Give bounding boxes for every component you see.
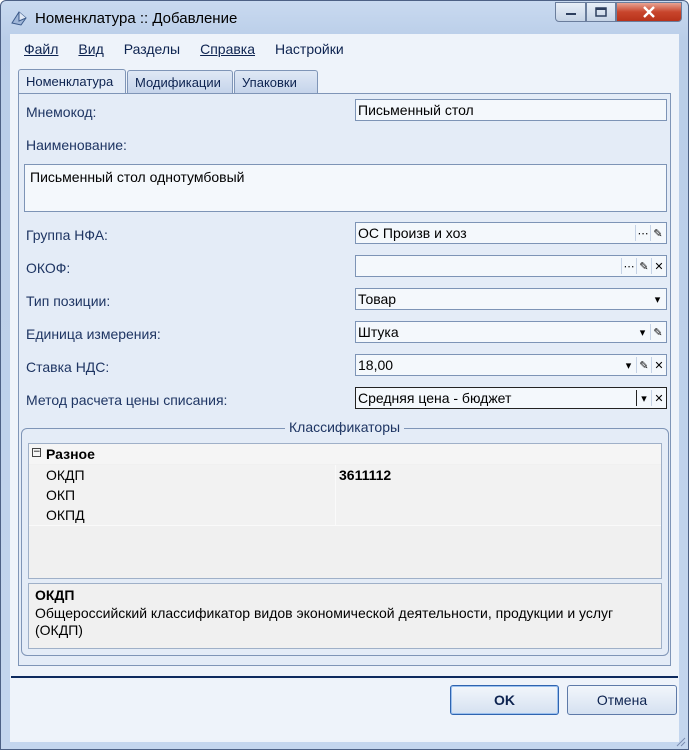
menu-sections[interactable]: Разделы — [124, 41, 180, 57]
clear-x-icon[interactable]: ✕ — [651, 390, 666, 406]
menu-bar: Файл Вид Разделы Справка Настройки — [10, 34, 679, 64]
column-divider — [335, 465, 336, 485]
classifiers-group: Классификаторы − Разное ОКДП 3611112 ОКП — [21, 419, 669, 656]
app-icon — [11, 11, 27, 26]
clear-x-icon[interactable]: ✕ — [651, 258, 666, 274]
column-divider — [335, 485, 336, 505]
tab-nomenclature[interactable]: Номенклатура — [18, 69, 126, 95]
minimize-icon — [565, 13, 576, 15]
vat-value: 18,00 — [358, 357, 394, 373]
tab-panel-nomenclature: Мнемокод: Письменный стол Наименование: … — [18, 93, 671, 666]
dropdown-arrow-icon[interactable]: ▾ — [636, 390, 651, 406]
property-name: ОКПД — [46, 507, 85, 523]
unit-select[interactable]: Штука ▾ ✎ — [355, 321, 667, 343]
maximize-button[interactable] — [586, 2, 616, 22]
okof-field[interactable]: ⋯ ✎ ✕ — [355, 255, 667, 277]
method-select[interactable]: Средняя цена - бюджет ▾ ✕ — [355, 387, 667, 409]
tab-modifications[interactable]: Модификации — [127, 70, 233, 94]
clear-x-icon[interactable]: ✕ — [651, 357, 666, 373]
okof-label: ОКОФ: — [26, 260, 71, 276]
ellipsis-icon[interactable]: ⋯ — [621, 258, 636, 274]
description-title: ОКДП — [35, 587, 75, 603]
dialog-window: Номенклатура :: Добавление Файл Вид Разд… — [0, 0, 689, 750]
column-divider — [335, 505, 336, 525]
menu-file[interactable]: Файл — [24, 41, 58, 57]
pencil-icon[interactable]: ✎ — [636, 357, 651, 373]
position-type-label: Тип позиции: — [26, 293, 111, 309]
unit-value: Штука — [358, 324, 399, 340]
dropdown-arrow-icon[interactable]: ▾ — [635, 324, 650, 340]
table-row[interactable]: ОКП — [29, 485, 661, 506]
position-type-value: Товар — [358, 291, 397, 307]
table-row[interactable]: ОКПД — [29, 505, 661, 526]
method-label: Метод расчета цены списания: — [26, 392, 228, 408]
dropdown-arrow-icon[interactable]: ▾ — [621, 357, 636, 373]
pencil-icon[interactable]: ✎ — [650, 324, 665, 340]
unit-label: Единица измерения: — [26, 326, 161, 342]
classifiers-title: Классификаторы — [285, 419, 405, 435]
footer-separator — [11, 676, 678, 678]
ellipsis-icon[interactable]: ⋯ — [635, 225, 650, 241]
menu-settings[interactable]: Настройки — [275, 41, 344, 57]
table-row[interactable]: ОКДП 3611112 — [29, 465, 661, 486]
mnemocode-input[interactable]: Письменный стол — [355, 99, 667, 121]
ok-button[interactable]: OK — [450, 685, 559, 715]
cancel-button[interactable]: Отмена — [567, 685, 677, 715]
close-icon — [643, 6, 655, 18]
menu-view[interactable]: Вид — [78, 41, 103, 57]
resize-grip-icon[interactable] — [676, 737, 686, 747]
collapse-icon[interactable]: − — [32, 448, 41, 457]
close-button[interactable] — [616, 2, 682, 22]
minimize-button[interactable] — [555, 2, 586, 22]
property-grid: − Разное ОКДП 3611112 ОКП ОКПД — [28, 443, 662, 579]
name-label: Наименование: — [26, 137, 127, 153]
group-label: Группа НФА: — [26, 227, 108, 243]
property-name: ОКП — [46, 487, 76, 503]
window-title: Номенклатура :: Добавление — [35, 10, 238, 27]
property-value[interactable]: 3611112 — [339, 467, 391, 483]
maximize-icon — [595, 7, 607, 17]
name-input[interactable]: Письменный стол однотумбовый — [24, 164, 667, 212]
tab-packages[interactable]: Упаковки — [234, 70, 318, 94]
property-description: ОКДП Общероссийский классификатор видов … — [28, 583, 662, 649]
pencil-icon[interactable]: ✎ — [636, 258, 651, 274]
dialog-client: Файл Вид Разделы Справка Настройки Номен… — [10, 34, 679, 742]
pencil-icon[interactable]: ✎ — [650, 225, 665, 241]
menu-help[interactable]: Справка — [200, 41, 255, 57]
category-row[interactable]: − Разное — [29, 444, 661, 464]
group-field[interactable]: ОС Произв и хоз ⋯ ✎ — [355, 222, 667, 244]
mnemocode-label: Мнемокод: — [26, 104, 97, 120]
position-type-select[interactable]: Товар ▾ — [355, 288, 667, 310]
vat-label: Ставка НДС: — [26, 359, 110, 375]
category-label: Разное — [46, 446, 95, 462]
dropdown-arrow-icon[interactable]: ▾ — [650, 291, 665, 307]
method-value: Средняя цена - бюджет — [358, 390, 512, 406]
vat-select[interactable]: 18,00 ▾ ✎ ✕ — [355, 354, 667, 376]
description-text: Общероссийский классификатор видов эконо… — [35, 605, 614, 638]
property-name: ОКДП — [46, 467, 85, 483]
group-value: ОС Произв и хоз — [358, 225, 467, 241]
title-bar[interactable]: Номенклатура :: Добавление — [1, 1, 688, 35]
